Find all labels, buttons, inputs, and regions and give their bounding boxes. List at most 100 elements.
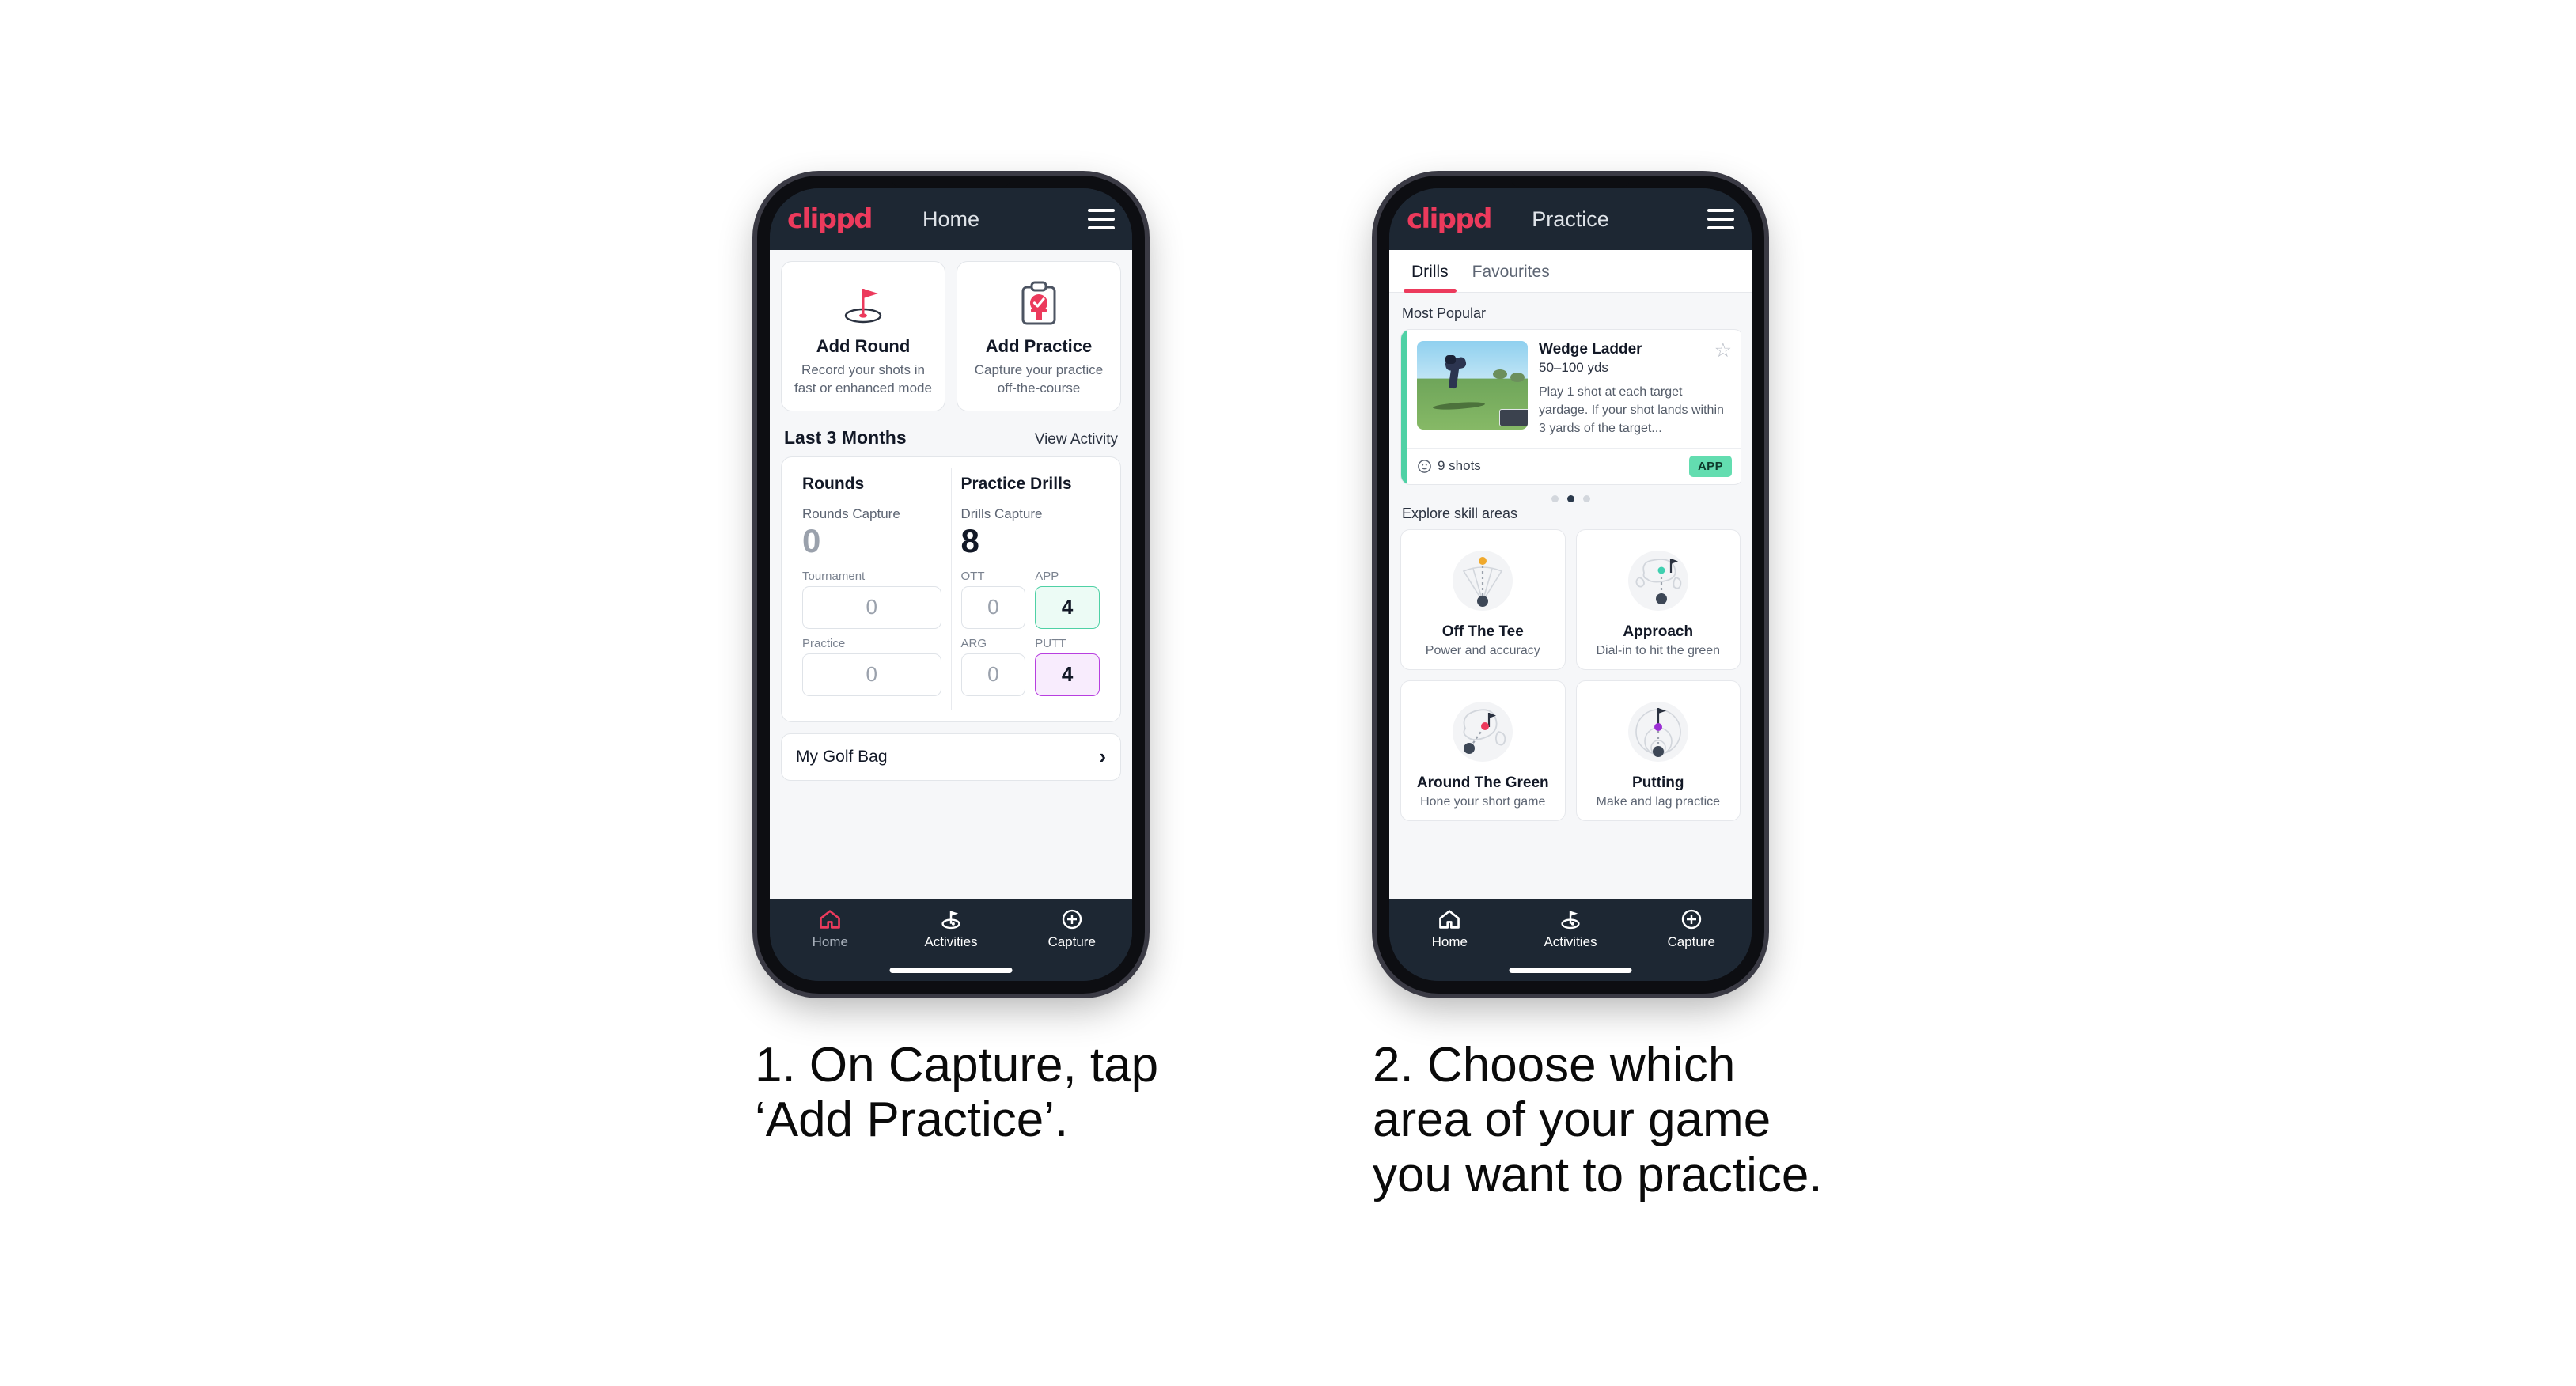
drill-carousel[interactable]: Wedge Ladder 50–100 yds ☆ Play 1 shot at… [1400,329,1741,485]
app-header-home: clippd Home [770,188,1132,250]
carousel-dots [1400,494,1741,502]
rounds-heading: Rounds [802,474,865,493]
explore-skill-areas-label: Explore skill areas [1402,505,1518,521]
ott-field: OTT 0 [960,570,1026,629]
screenshot-root: clippd Home Add Round Record your shots … [0,0,2576,1386]
rounds-capture-label: Rounds Capture [802,506,900,521]
tab-favourites[interactable]: Favourites [1464,250,1558,292]
drills-capture-label: Drills Capture [960,506,1043,521]
tab-capture-label: Capture [1047,934,1096,949]
practice-field: Practice 0 [802,637,941,696]
skill-title: Off The Tee [1441,623,1524,640]
putt-field: PUTT 4 [1035,637,1100,696]
section-title: Last 3 Months [784,426,907,448]
putting-rings-icon [1583,691,1734,773]
drill-category-badge: APP [1688,455,1732,477]
skill-card-around-the-green[interactable]: Around The Green Hone your short game [1400,680,1566,821]
caption-step-2: 2. Choose which area of your game you wa… [1373,1038,1823,1202]
last-3-months-header: Last 3 Months View Activity [784,427,1118,449]
rounds-capture-value: 0 [802,521,821,559]
tab-drills[interactable]: Drills [1404,250,1457,293]
phone-notch [892,179,1010,187]
home-icon [1439,910,1460,929]
rounds-column: Rounds Rounds Capture 0 Tournament 0 Pra… [793,468,951,710]
tee-shot-dispersion-icon [1407,540,1559,622]
putt-label: PUTT [1035,636,1066,650]
ott-value[interactable]: 0 [960,585,1026,629]
skill-card-off-the-tee[interactable]: Off The Tee Power and accuracy [1400,528,1566,670]
app-header-practice: clippd Practice [1389,188,1752,250]
clippd-logo[interactable]: clippd [787,203,873,235]
arg-label: ARG [960,636,987,650]
app-label: APP [1035,569,1059,583]
clippd-logo[interactable]: clippd [1407,203,1492,235]
tab-activities[interactable]: Activities [1510,908,1631,950]
drill-name: Wedge Ladder [1539,341,1642,358]
carousel-dot-1[interactable] [1551,494,1559,502]
star-outline-icon[interactable]: ☆ [1714,341,1732,361]
skill-card-approach[interactable]: Approach Dial-in to hit the green [1575,528,1741,670]
tab-capture[interactable]: Capture [1631,908,1752,950]
chevron-right-icon: › [1099,744,1106,769]
skill-subtitle: Dial-in to hit the green [1596,643,1721,657]
app-value[interactable]: 4 [1035,585,1100,629]
add-practice-card[interactable]: Add Practice Capture your practice off-t… [957,261,1121,411]
practice-value[interactable]: 0 [802,653,941,696]
arg-value[interactable]: 0 [960,653,1026,696]
carousel-dot-3[interactable] [1582,494,1590,502]
tab-home[interactable]: Home [770,908,891,950]
add-practice-subtitle: Capture your practice off-the-course [974,362,1104,396]
drill-card-wedge-ladder[interactable]: Wedge Ladder 50–100 yds ☆ Play 1 shot at… [1400,329,1741,485]
golf-flag-hole-icon [790,278,937,330]
tab-activities-label: Activities [924,934,978,949]
tab-capture-label: Capture [1667,934,1715,949]
green-approach-icon [1583,540,1734,622]
view-activity-link[interactable]: View Activity [1035,431,1118,449]
my-golf-bag-row[interactable]: My Golf Bag › [781,733,1121,781]
add-round-card[interactable]: Add Round Record your shots in fast or e… [781,261,945,411]
skill-title: Around The Green [1416,774,1549,791]
app-field: APP 4 [1035,570,1100,629]
drill-description: Play 1 shot at each target yardage. If y… [1539,385,1724,436]
hamburger-menu-icon[interactable] [1707,209,1734,229]
bottom-tabbar-practice: Home Activities Capture [1389,899,1752,981]
quick-action-row: Add Round Record your shots in fast or e… [781,261,1121,411]
phone-2-practice: clippd Practice Drills Favourites Most P… [1377,176,1764,994]
tab-home[interactable]: Home [1389,908,1510,950]
tab-home-label: Home [1431,934,1468,949]
add-round-subtitle: Record your shots in fast or enhanced mo… [794,362,932,396]
chip-to-green-icon [1407,691,1559,773]
arg-field: ARG 0 [960,636,1026,696]
tournament-value[interactable]: 0 [802,585,941,629]
caption-step-1: 1. On Capture, tap ‘Add Practice’. [755,1038,1159,1148]
skill-subtitle: Hone your short game [1420,794,1546,808]
drills-heading: Practice Drills [960,474,1072,493]
plus-circle-icon [1062,909,1082,930]
golf-flag-icon [1561,911,1580,930]
skill-subtitle: Power and accuracy [1425,643,1540,657]
practice-drills-column: Practice Drills Drills Capture 8 OTT 0 A… [950,468,1110,710]
most-popular-label: Most Popular [1402,305,1487,321]
skill-areas-grid: Off The Tee Power and accuracy Approach … [1400,528,1741,821]
skill-title: Approach [1623,623,1694,640]
hamburger-menu-icon[interactable] [1088,209,1115,229]
skill-card-putting[interactable]: Putting Make and lag practice [1575,680,1741,821]
putt-value[interactable]: 4 [1035,653,1100,696]
skill-subtitle: Make and lag practice [1596,794,1721,808]
my-golf-bag-label: My Golf Bag [796,747,888,766]
home-screen-content: Add Round Record your shots in fast or e… [770,250,1132,899]
clipboard-check-icon [965,278,1112,330]
tab-capture[interactable]: Capture [1011,908,1132,950]
drills-capture-value: 8 [960,521,979,559]
carousel-dot-2[interactable] [1566,494,1574,502]
bottom-tabbar-home: Home Activities Capture [770,899,1132,981]
home-indicator [1509,968,1632,973]
home-icon [820,910,841,929]
phone-notch [1511,179,1630,187]
golf-flag-icon [941,911,960,930]
skill-title: Putting [1632,774,1684,791]
drill-shots-label: 9 shots [1438,458,1481,474]
practice-screen-content: Most Popular Wedge Ladder 50–100 yds ☆ P… [1389,293,1752,899]
tab-activities[interactable]: Activities [891,908,1012,950]
drill-shots: 9 shots [1417,458,1481,474]
